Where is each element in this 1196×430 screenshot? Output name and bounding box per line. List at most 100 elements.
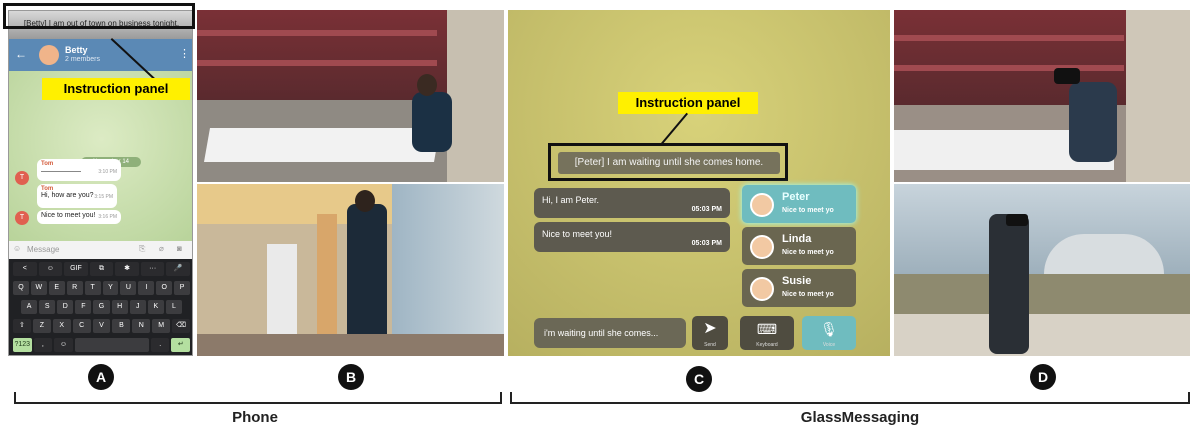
backspace-key[interactable]: ⌫ — [172, 319, 191, 333]
keyboard-back-icon[interactable]: < — [13, 262, 37, 276]
symbols-key[interactable]: ?123 — [13, 338, 32, 352]
contact-linda[interactable]: Linda Nice to meet yo — [742, 227, 856, 265]
shift-key[interactable]: ⇧ — [13, 319, 31, 333]
gif-button[interactable]: GIF — [64, 262, 88, 276]
keyboard-toolbar: < ☺ GIF ⧉ ✱ ··· 🎤 — [13, 262, 191, 276]
key-g[interactable]: G — [93, 300, 110, 314]
keyboard-row-2: A S D F G H J K L — [21, 300, 182, 314]
send-button[interactable]: ➤ Send — [692, 316, 728, 350]
sticker-icon[interactable]: ☺ — [38, 262, 63, 276]
voice-waveform-icon — [41, 171, 81, 172]
emoji-icon[interactable]: ☺ — [13, 244, 21, 253]
microphone-icon: 🎙 — [820, 321, 838, 337]
key-j[interactable]: J — [129, 300, 146, 314]
message-bubble: Hi, I am Peter. 05:03 PM — [534, 188, 730, 218]
avatar — [750, 193, 774, 217]
key-w[interactable]: W — [30, 281, 47, 295]
period-key[interactable]: . — [150, 338, 170, 352]
key-m[interactable]: M — [152, 319, 171, 333]
key-z[interactable]: Z — [32, 319, 51, 333]
more-menu-icon[interactable]: ⋮ — [179, 47, 190, 60]
chat-members: 2 members — [65, 56, 101, 63]
avatar — [750, 235, 774, 259]
glass-instruction-text: [Peter] I am waiting until she comes hom… — [558, 152, 780, 174]
keyboard: < ☺ GIF ⧉ ✱ ··· 🎤 Q W E R T Y U I O P A … — [9, 259, 192, 355]
message-time: 3:10 PM — [98, 169, 117, 175]
key-d[interactable]: D — [57, 300, 74, 314]
key-y[interactable]: Y — [102, 281, 119, 295]
key-h[interactable]: H — [111, 300, 128, 314]
avatar — [750, 277, 774, 301]
glass-view: Instruction panel [Peter] I am waiting u… — [508, 10, 890, 356]
more-icon[interactable]: ··· — [140, 262, 165, 276]
contact-name: Susie — [782, 275, 812, 287]
comma-key[interactable]: , — [33, 338, 53, 352]
message-time: 3:15 PM — [94, 194, 113, 200]
key-n[interactable]: N — [132, 319, 151, 333]
voice-button[interactable]: 🎙 Voice — [802, 316, 856, 350]
key-e[interactable]: E — [48, 281, 65, 295]
microphone-icon[interactable]: 🎤 — [166, 262, 191, 276]
message-text: Hi, I am Peter. — [542, 195, 600, 205]
send-label: Send — [704, 342, 716, 348]
key-i[interactable]: I — [138, 281, 155, 295]
attach-icon[interactable]: ⎘ — [139, 244, 145, 254]
avatar[interactable] — [39, 45, 59, 65]
photo-glass-standing — [894, 184, 1190, 356]
message-time: 05:03 PM — [691, 206, 722, 213]
keyboard-button[interactable]: ⌨ Keyboard — [740, 316, 794, 350]
key-f[interactable]: F — [75, 300, 92, 314]
key-r[interactable]: R — [66, 281, 83, 295]
key-v[interactable]: V — [92, 319, 111, 333]
pointer-line — [659, 112, 688, 147]
key-p[interactable]: P — [174, 281, 191, 295]
key-b[interactable]: B — [112, 319, 131, 333]
photo-phone-walking — [197, 184, 504, 356]
message-time: 3:16 PM — [98, 214, 117, 220]
message-placeholder: Message — [27, 245, 60, 254]
settings-icon[interactable]: ✱ — [115, 262, 139, 276]
glassmessaging-title: GlassMessaging — [800, 409, 920, 426]
label-d: D — [1030, 364, 1056, 390]
keyboard-row-3: ⇧ Z X C V B N M ⌫ — [13, 319, 191, 333]
label-c: C — [686, 366, 712, 392]
clipboard-icon[interactable]: ⧉ — [89, 262, 114, 276]
space-key[interactable] — [74, 338, 149, 352]
instruction-highlight-box — [3, 3, 195, 29]
key-s[interactable]: S — [39, 300, 56, 314]
instruction-panel-label: Instruction panel — [618, 92, 758, 114]
enter-key[interactable]: ↵ — [171, 338, 191, 352]
keyboard-row-4: ?123 , ☺ . ↵ — [13, 338, 191, 352]
message-bubble: Tom Hi, how are you? 3:15 PM — [37, 184, 117, 208]
phone-bracket — [14, 392, 502, 404]
keyboard-icon: ⌨ — [756, 321, 778, 337]
contact-preview: Nice to meet yo — [782, 207, 834, 214]
phone-title: Phone — [232, 409, 278, 426]
back-arrow-icon[interactable]: ← — [15, 47, 27, 61]
key-a[interactable]: A — [21, 300, 38, 314]
camera-icon[interactable]: ◙ — [177, 244, 182, 253]
key-t[interactable]: T — [84, 281, 101, 295]
chat-name: Betty — [65, 45, 88, 55]
contact-preview: Nice to meet yo — [782, 249, 834, 256]
contact-susie[interactable]: Susie Nice to meet yo — [742, 269, 856, 307]
paperclip-icon[interactable]: ⌀ — [159, 244, 164, 253]
contact-name: Peter — [782, 191, 810, 203]
voice-label: Voice — [822, 342, 836, 348]
key-o[interactable]: O — [156, 281, 173, 295]
key-x[interactable]: X — [52, 319, 71, 333]
contact-name: Linda — [782, 233, 812, 245]
emoji-key[interactable]: ☺ — [54, 338, 73, 352]
photo-glass-seated — [894, 10, 1190, 182]
message-input[interactable]: i'm waiting until she comes... — [534, 318, 686, 348]
key-u[interactable]: U — [120, 281, 137, 295]
contact-peter[interactable]: Peter Nice to meet yo — [742, 185, 856, 223]
phone-screen: [Betty] I am out of town on business ton… — [8, 10, 193, 356]
key-k[interactable]: K — [147, 300, 164, 314]
key-q[interactable]: Q — [13, 281, 29, 295]
message-input[interactable]: ☺ Message ⎘ ⌀ ◙ — [9, 241, 192, 259]
glass-bracket — [510, 392, 1190, 404]
sender-avatar: T — [15, 171, 29, 185]
key-l[interactable]: L — [165, 300, 182, 314]
key-c[interactable]: C — [72, 319, 91, 333]
